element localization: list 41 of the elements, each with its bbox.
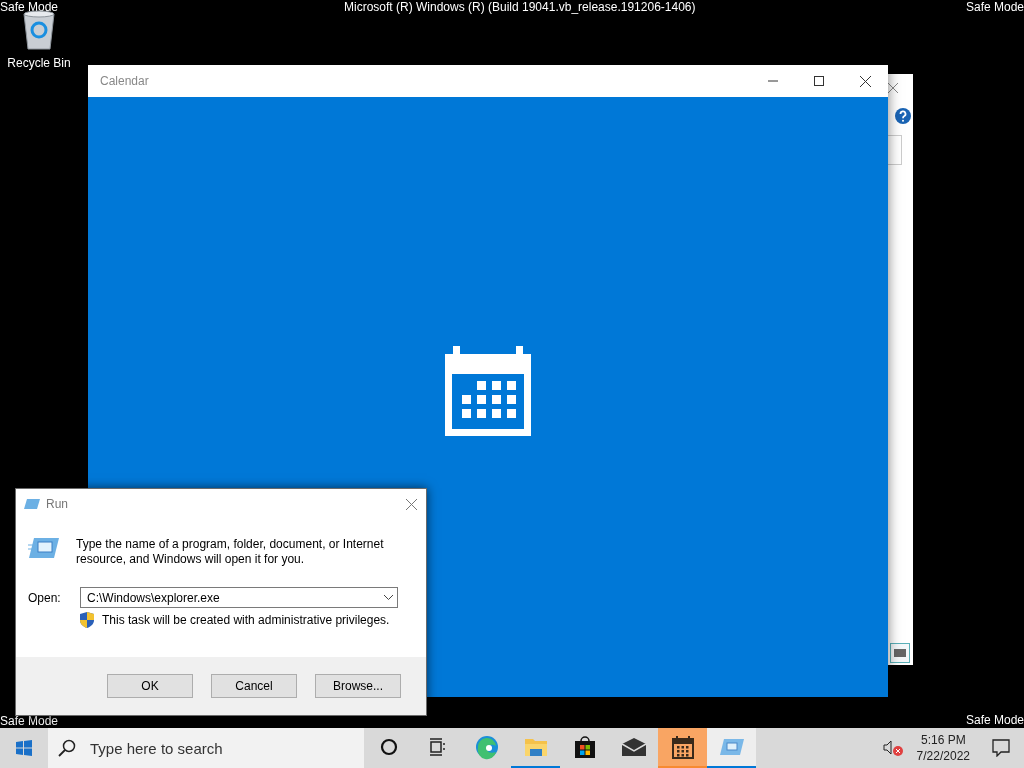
clock[interactable]: 5:16 PM 7/22/2022 <box>908 733 978 763</box>
run-window-icon <box>24 498 40 510</box>
dialog-title: Run <box>46 497 69 511</box>
safe-mode-label: Safe Mode <box>965 0 1024 14</box>
dialog-button[interactable]: OK <box>107 674 193 698</box>
taskbar-app-button[interactable] <box>658 728 707 768</box>
folder-icon <box>523 736 548 758</box>
search-box[interactable]: Type here to search <box>48 728 364 768</box>
admin-note: This task will be created with administrative privileges. <box>102 613 390 627</box>
close-icon <box>859 75 871 87</box>
chevron-down-icon <box>384 595 393 600</box>
task-view-icon <box>428 738 447 756</box>
safe-mode-label: Safe Mode <box>965 713 1024 727</box>
circle-icon <box>379 738 398 756</box>
safe-mode-label: Safe Mode <box>0 714 59 728</box>
dialog-button[interactable]: Cancel <box>211 674 297 698</box>
run-window-icon <box>718 737 745 757</box>
shield-icon <box>80 612 94 628</box>
help-icon[interactable] <box>895 108 911 124</box>
windows-logo-icon <box>16 740 32 756</box>
dialog-button[interactable]: Browse... <box>315 674 401 698</box>
muted-speaker-icon[interactable] <box>882 739 905 757</box>
desktop-icon-label[interactable]: Recycle Bin <box>7 56 71 70</box>
recycle-bin-icon[interactable] <box>21 10 57 50</box>
safe-mode-label: Safe Mode <box>0 0 59 14</box>
maximize-icon <box>814 76 824 86</box>
close-icon[interactable] <box>888 83 898 93</box>
store-bag-icon <box>573 735 596 759</box>
calendar-icon <box>671 735 694 759</box>
close-icon <box>405 498 417 510</box>
browser-icon <box>473 734 500 760</box>
run-window-icon <box>28 537 60 559</box>
speech-bubble-icon <box>992 739 1010 757</box>
open-label: Open: <box>28 590 62 605</box>
image-icon[interactable] <box>890 643 910 663</box>
window-title: Calendar <box>99 74 150 88</box>
search-icon <box>58 739 76 757</box>
open-combo-box[interactable]: C:\Windows\explorer.exe <box>80 587 398 608</box>
build-label: Microsoft (R) Windows (R) (Build 19041.vb_release.191206-1406) <box>344 0 696 14</box>
dialog-message: Type the name of a program, folder, document, or Internet resource, and Windows will open it for you. <box>76 537 385 567</box>
envelope-icon <box>620 737 647 757</box>
